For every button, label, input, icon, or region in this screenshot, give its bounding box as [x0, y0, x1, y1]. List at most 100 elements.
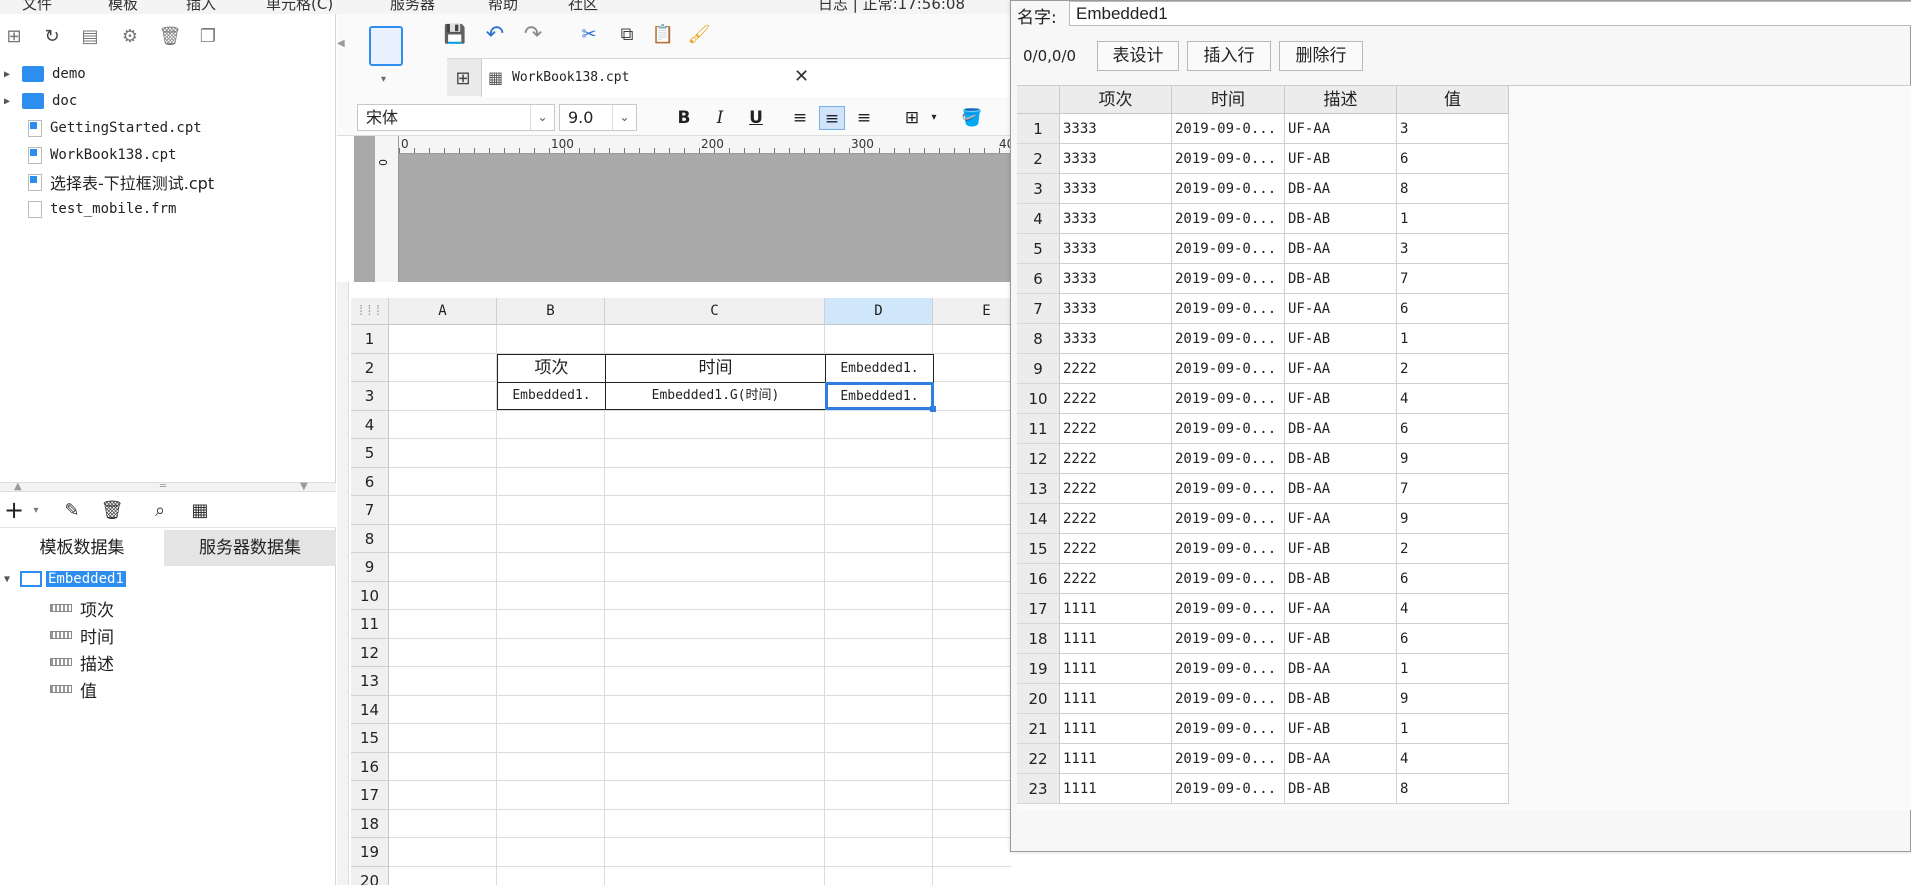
grid-row-number[interactable]: 12	[1017, 444, 1060, 474]
cut-icon[interactable]: ✂	[577, 22, 601, 46]
grid-cell[interactable]: UF-AA	[1285, 114, 1397, 144]
undo-icon[interactable]: ↶	[483, 22, 507, 47]
row-header[interactable]: 12	[351, 638, 389, 667]
grid-cell[interactable]: 7	[1397, 474, 1509, 504]
grid-cell[interactable]: 1111	[1060, 714, 1172, 744]
grid-cell[interactable]	[933, 867, 1011, 885]
grid-cell[interactable]: DB-AB	[1285, 684, 1397, 714]
grid-row-number[interactable]: 8	[1017, 324, 1060, 354]
add-icon[interactable]: +	[2, 496, 26, 524]
cell-c2[interactable]: 时间	[605, 354, 826, 383]
copy-icon[interactable]: ⧉	[615, 22, 639, 46]
menu-server[interactable]: 服务器	[390, 0, 435, 14]
grid-row-number[interactable]: 18	[1017, 624, 1060, 654]
tree-file-select-test[interactable]: 选择表-下拉框测试.cpt	[28, 171, 214, 193]
grid-cell[interactable]: 2222	[1060, 444, 1172, 474]
grid-cell[interactable]	[605, 581, 825, 610]
grid-cell[interactable]	[933, 468, 1011, 496]
grid-cell[interactable]: 1111	[1060, 774, 1172, 804]
grid-cell[interactable]: 1111	[1060, 594, 1172, 624]
refresh-icon[interactable]: ↻	[40, 24, 64, 48]
dataset-name-input[interactable]: Embedded1	[1069, 1, 1911, 26]
collapse-icon[interactable]: ▼	[0, 574, 14, 585]
row-header[interactable]: 9	[351, 553, 389, 582]
grid-cell[interactable]: 6	[1397, 144, 1509, 174]
grid-cell[interactable]	[605, 524, 825, 553]
grid-cell[interactable]	[389, 610, 497, 639]
column-header-a[interactable]: A	[389, 298, 497, 325]
grid-cell[interactable]	[389, 467, 497, 496]
grid-cell[interactable]: 1111	[1060, 624, 1172, 654]
grid-cell[interactable]	[933, 496, 1011, 525]
grid-cell[interactable]: 8	[1397, 174, 1509, 204]
grid-cell[interactable]: 3333	[1060, 324, 1172, 354]
grid-cell[interactable]	[389, 325, 497, 354]
grid-cell[interactable]	[497, 553, 605, 582]
row-header[interactable]: 2	[351, 353, 389, 382]
grid-cell[interactable]	[389, 581, 497, 610]
chevron-down-icon[interactable]: ▾	[381, 74, 386, 85]
delete-row-button[interactable]: 删除行	[1279, 41, 1363, 71]
grid-cell[interactable]: 2019-09-0...	[1172, 684, 1285, 714]
grid-cell[interactable]: 2222	[1060, 354, 1172, 384]
cell-c3[interactable]: Embedded1.G(时间)	[605, 382, 826, 410]
grid-cell[interactable]	[933, 639, 1011, 667]
grid-header-zhi[interactable]: 值	[1397, 86, 1509, 114]
grid-cell[interactable]	[389, 382, 497, 411]
grid-cell[interactable]: 2019-09-0...	[1172, 624, 1285, 654]
collapse-down-icon[interactable]: ▼	[300, 481, 308, 492]
grid-row-number[interactable]: 21	[1017, 714, 1060, 744]
grid-cell[interactable]	[933, 810, 1011, 838]
save-icon[interactable]: 💾	[443, 22, 467, 46]
row-header[interactable]: 8	[351, 524, 389, 553]
grid-cell[interactable]: DB-AB	[1285, 264, 1397, 294]
menu-cell[interactable]: 单元格(C)	[266, 0, 333, 14]
grid-cell[interactable]: DB-AB	[1285, 774, 1397, 804]
grid-cell[interactable]	[825, 410, 933, 439]
grid-row-number[interactable]: 3	[1017, 174, 1060, 204]
grid-cell[interactable]	[605, 467, 825, 496]
delete-icon[interactable]: 🗑	[158, 24, 182, 48]
grid-cell[interactable]: DB-AB	[1285, 564, 1397, 594]
grid-cell[interactable]	[389, 439, 497, 468]
grid-cell[interactable]	[497, 610, 605, 639]
grid-cell[interactable]: 2	[1397, 354, 1509, 384]
grid-cell[interactable]: 1111	[1060, 654, 1172, 684]
grid-cell[interactable]	[605, 838, 825, 867]
grid-cell[interactable]: 2019-09-0...	[1172, 234, 1285, 264]
grid-cell[interactable]: UF-AB	[1285, 144, 1397, 174]
menu-template[interactable]: 模板	[108, 0, 138, 14]
grid-cell[interactable]	[933, 582, 1011, 610]
grid-cell[interactable]: 2222	[1060, 564, 1172, 594]
grid-cell[interactable]	[825, 838, 933, 867]
grid-cell[interactable]: 2019-09-0...	[1172, 324, 1285, 354]
grid-row-number[interactable]: 11	[1017, 414, 1060, 444]
tab-workbook138[interactable]: ▦ WorkBook138.cpt ✕	[481, 59, 1011, 97]
grid-row-number[interactable]: 10	[1017, 384, 1060, 414]
grid-cell[interactable]: DB-AA	[1285, 234, 1397, 264]
row-header[interactable]: 3	[351, 382, 389, 411]
grid-cell[interactable]: DB-AB	[1285, 204, 1397, 234]
grid-cell[interactable]: 1111	[1060, 744, 1172, 774]
grid-header-shijian[interactable]: 时间	[1172, 86, 1285, 114]
grid-cell[interactable]	[389, 553, 497, 582]
row-header[interactable]: 6	[351, 467, 389, 496]
row-header[interactable]: 18	[351, 809, 389, 838]
cell-b3[interactable]: Embedded1.	[497, 382, 606, 410]
grid-cell[interactable]	[389, 838, 497, 867]
menu-file[interactable]: 文件	[22, 0, 52, 14]
row-header[interactable]: 10	[351, 581, 389, 610]
row-header[interactable]: 11	[351, 610, 389, 639]
paste-icon[interactable]: 📋	[651, 22, 675, 46]
grid-cell[interactable]	[825, 752, 933, 781]
grid-cell[interactable]: 4	[1397, 594, 1509, 624]
grid-cell[interactable]	[605, 667, 825, 696]
grid-cell[interactable]	[605, 638, 825, 667]
grid-cell[interactable]	[605, 553, 825, 582]
row-header[interactable]: 4	[351, 410, 389, 439]
grid-cell[interactable]	[933, 525, 1011, 553]
grid-cell[interactable]: 2222	[1060, 414, 1172, 444]
tab-server-dataset[interactable]: 服务器数据集	[164, 530, 336, 566]
grid-cell[interactable]: 2019-09-0...	[1172, 714, 1285, 744]
grid-cell[interactable]: DB-AA	[1285, 174, 1397, 204]
